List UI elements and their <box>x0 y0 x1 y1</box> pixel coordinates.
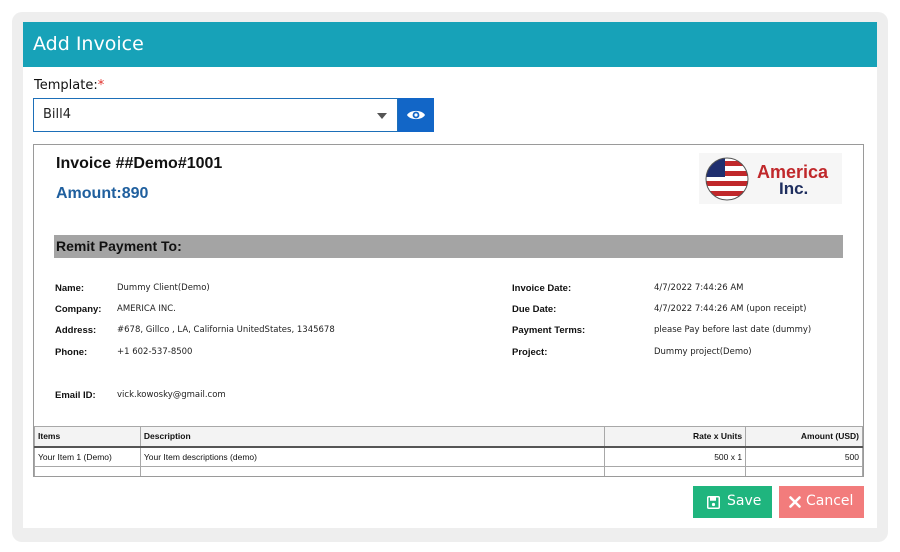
phone-label: Phone: <box>55 347 88 358</box>
save-label: Save <box>727 493 762 509</box>
template-select[interactable]: Bill4 <box>33 98 398 132</box>
cancel-button[interactable]: Cancel <box>779 486 864 518</box>
template-selected-value: Bill4 <box>43 107 72 122</box>
chevron-down-icon <box>377 113 387 119</box>
template-label-text: Template: <box>34 78 98 93</box>
item-cell: Your Item 1 (Demo) <box>34 445 141 467</box>
payment-terms-value: please Pay before last date (dummy) <box>654 325 812 335</box>
company-logo: America Inc. <box>699 153 842 204</box>
payment-terms-label: Payment Terms: <box>512 325 586 336</box>
invoice-date-label: Invoice Date: <box>512 283 572 294</box>
table-row-clipped <box>34 466 863 476</box>
add-invoice-modal: Add Invoice Template:* Bill4 Invoice ##D… <box>23 22 877 528</box>
description-cell: Your Item descriptions (demo) <box>139 445 606 467</box>
project-label: Project: <box>512 347 548 358</box>
email-label: Email ID: <box>55 390 96 401</box>
preview-template-button[interactable] <box>398 98 434 132</box>
logo-text-line2: Inc. <box>779 179 809 198</box>
col-header-description: Description <box>139 426 606 447</box>
invoice-date-value: 4/7/2022 7:44:26 AM <box>654 283 744 293</box>
items-table-header: Items Description Rate x Units Amount (U… <box>34 426 863 447</box>
address-value: #678, Gillco , LA, California UnitedStat… <box>117 325 335 335</box>
due-date-value: 4/7/2022 7:44:26 AM (upon receipt) <box>654 304 807 314</box>
invoice-amount: Amount:890 <box>56 185 149 202</box>
company-label: Company: <box>55 304 102 315</box>
email-value: vick.kowosky@gmail.com <box>117 390 226 400</box>
items-table: Items Description Rate x Units Amount (U… <box>34 426 863 476</box>
close-icon <box>789 496 801 508</box>
floppy-disk-icon <box>707 496 720 509</box>
due-date-label: Due Date: <box>512 304 557 315</box>
modal-header: Add Invoice <box>23 22 877 67</box>
remit-heading: Remit Payment To: <box>56 238 182 254</box>
company-value: AMERICA INC. <box>117 304 176 314</box>
invoice-title: Invoice ##Demo#1001 <box>56 155 223 172</box>
save-button[interactable]: Save <box>693 486 772 518</box>
invoice-preview[interactable]: Invoice ##Demo#1001 Amount:890 America I… <box>33 144 864 477</box>
cancel-label: Cancel <box>806 493 854 509</box>
project-value: Dummy project(Demo) <box>654 347 752 357</box>
eye-icon <box>407 110 425 120</box>
phone-value: +1 602-537-8500 <box>117 347 193 357</box>
rate-units-cell: 500 x 1 <box>604 445 747 467</box>
table-row: Your Item 1 (Demo) Your Item description… <box>34 445 863 467</box>
name-value: Dummy Client(Demo) <box>117 283 210 293</box>
col-header-items: Items <box>34 426 141 447</box>
col-header-amount: Amount (USD) <box>745 426 863 447</box>
flag-globe-icon <box>705 157 749 201</box>
remit-payment-banner: Remit Payment To: <box>54 235 843 258</box>
required-mark: * <box>97 78 105 93</box>
address-label: Address: <box>55 325 97 336</box>
col-header-rate-units: Rate x Units <box>604 426 747 447</box>
modal-title: Add Invoice <box>33 33 144 55</box>
amount-cell: 500 <box>745 445 863 467</box>
template-label: Template:* <box>34 78 104 93</box>
name-label: Name: <box>55 283 85 294</box>
